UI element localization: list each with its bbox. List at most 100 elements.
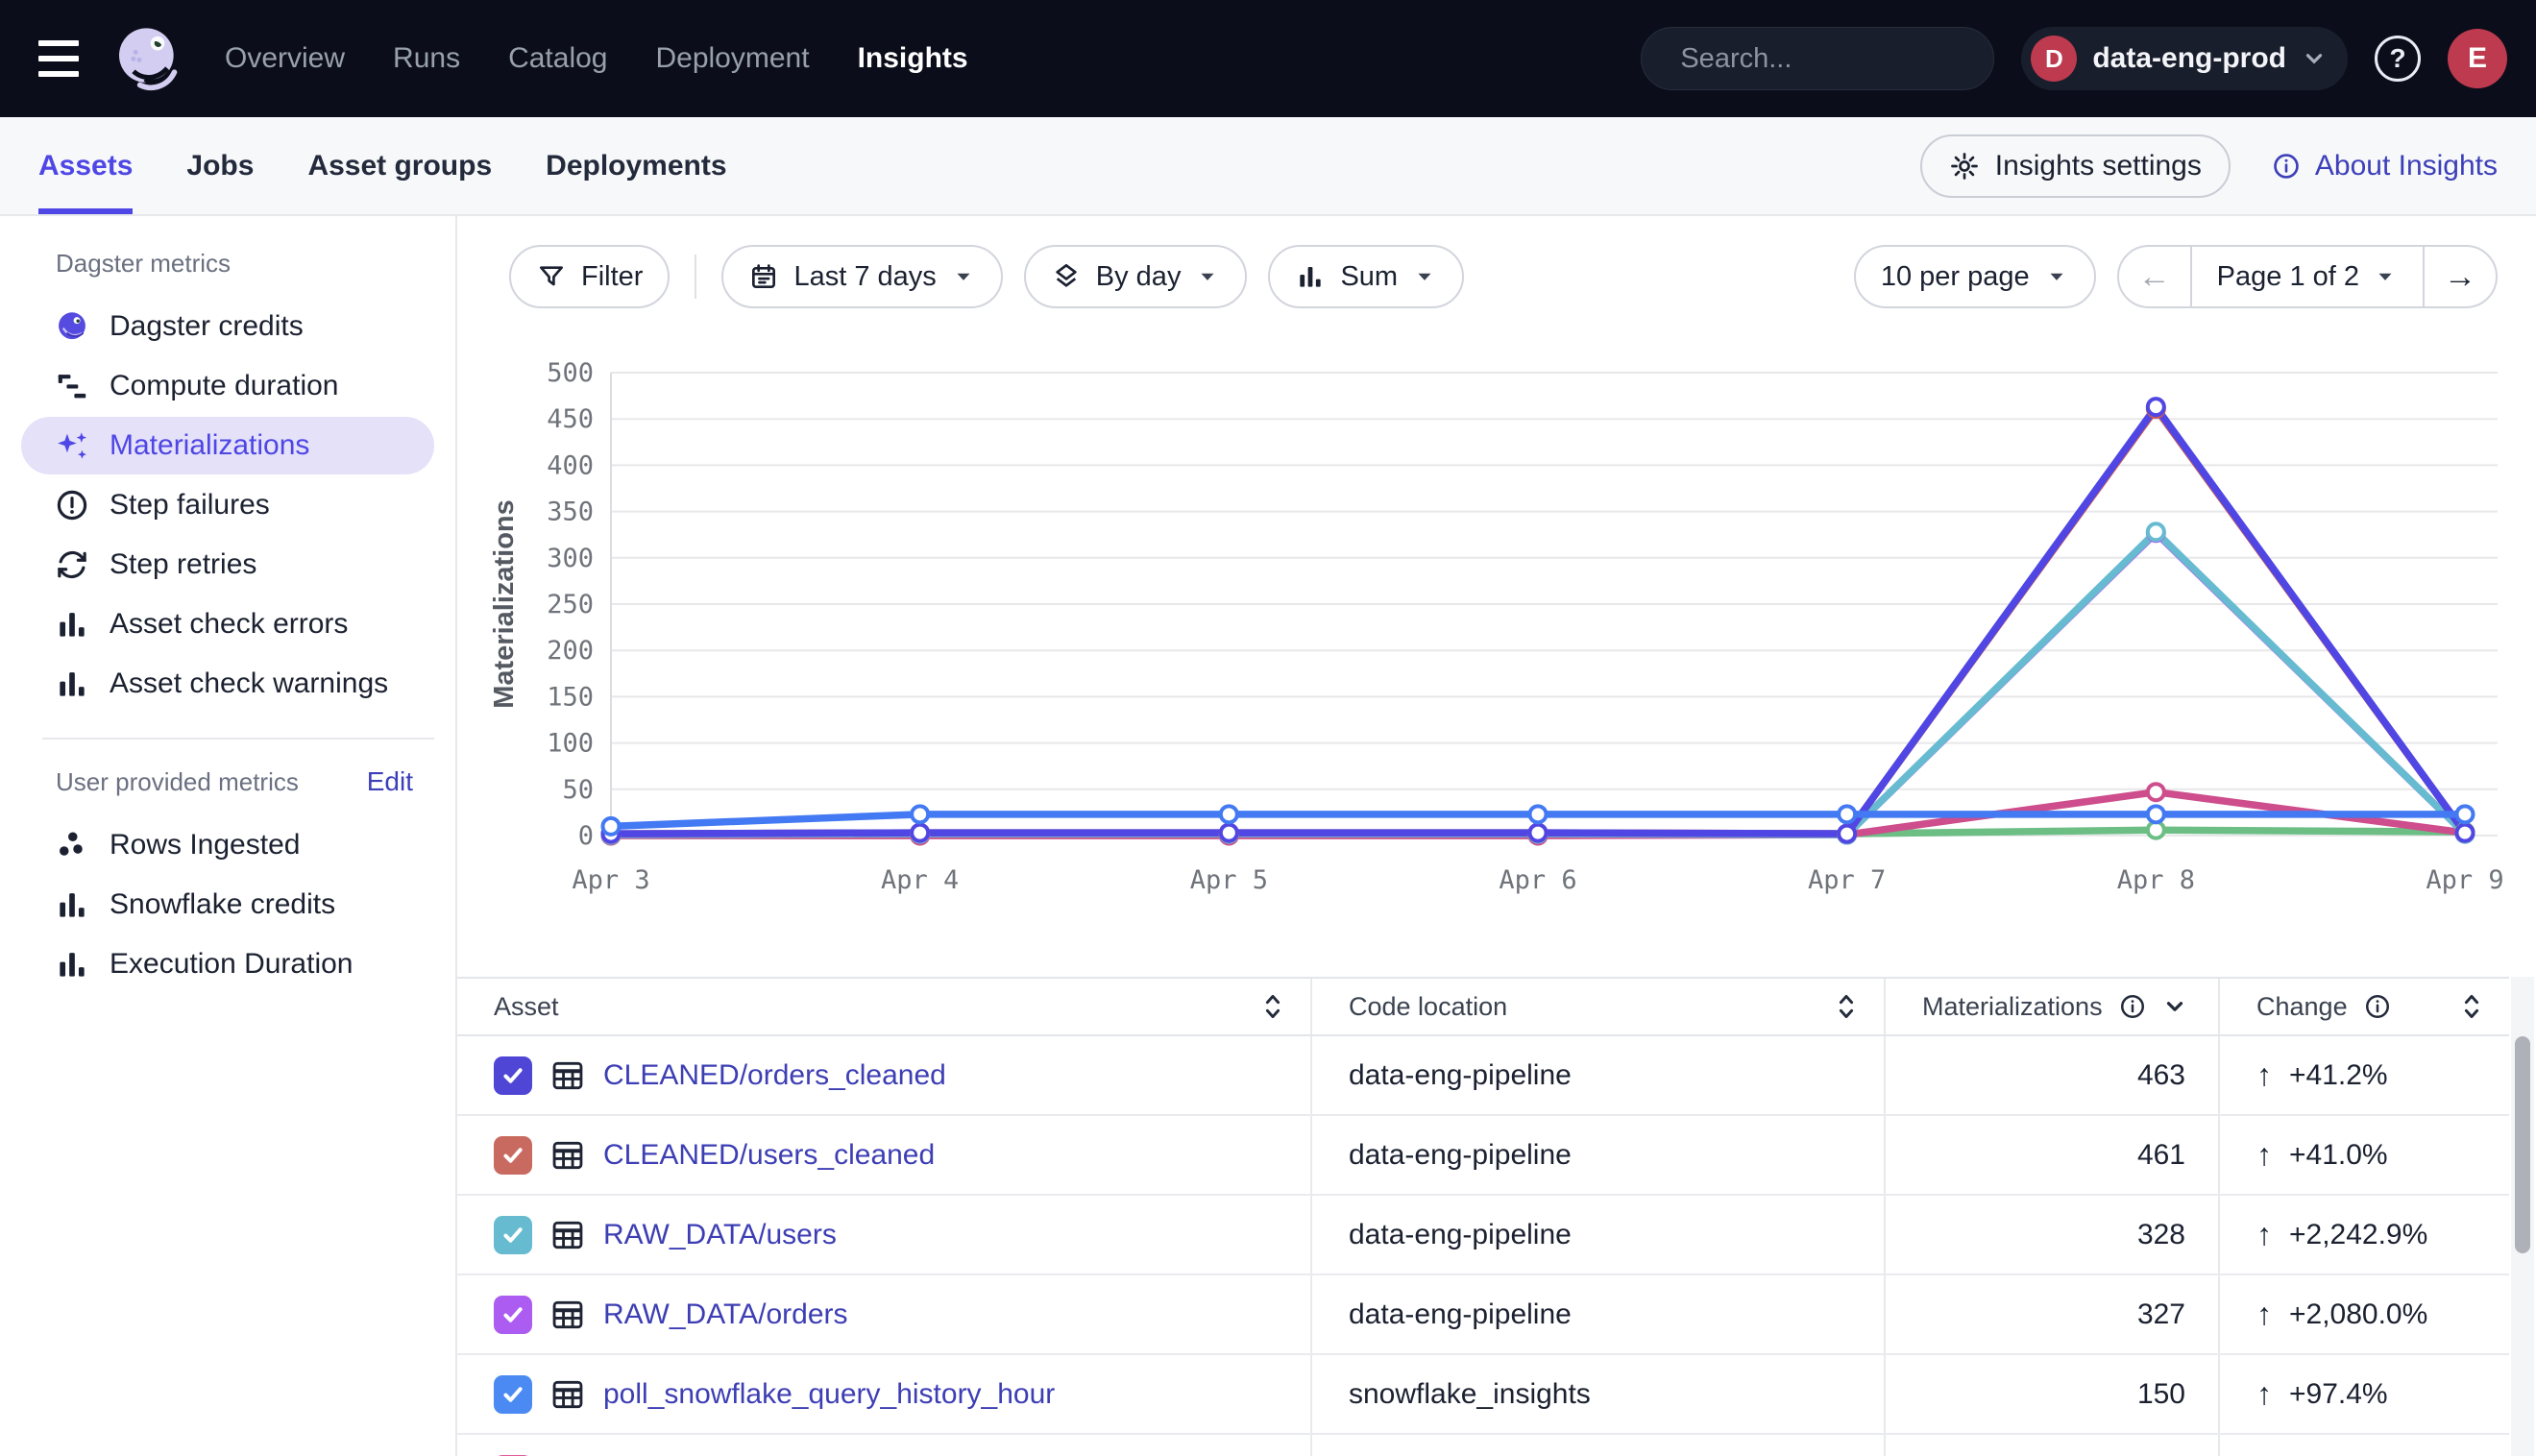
- svg-text:500: 500: [547, 358, 594, 388]
- asset-link[interactable]: RAW_DATA/orders: [603, 1298, 848, 1331]
- caret-down-icon: [951, 264, 976, 289]
- filter-button[interactable]: Filter: [509, 245, 670, 308]
- tab-assets[interactable]: Assets: [38, 117, 133, 214]
- search-input[interactable]: [1680, 43, 2042, 75]
- date-range-label: Last 7 days: [793, 261, 936, 293]
- sidebar-item-compute-duration[interactable]: Compute duration: [21, 357, 434, 415]
- sort-icon[interactable]: [1260, 990, 1285, 1023]
- code-location-cell: data-eng-pipeline: [1310, 1435, 1884, 1456]
- change-value: +2,242.9%: [2289, 1219, 2427, 1251]
- tab-deployments[interactable]: Deployments: [546, 117, 726, 214]
- page-label: Page 1 of 2: [2217, 261, 2359, 293]
- pagination: ← Page 1 of 2 →: [2117, 245, 2498, 308]
- granularity-dropdown[interactable]: By day: [1024, 245, 1248, 308]
- asset-link[interactable]: CLEANED/orders_cleaned: [603, 1059, 946, 1092]
- prev-page-button[interactable]: ←: [2119, 247, 2190, 306]
- materializations-cell: 463: [1884, 1036, 2218, 1114]
- asset-link[interactable]: RAW_DATA/users: [603, 1219, 837, 1251]
- svg-text:450: 450: [547, 404, 594, 434]
- per-page-dropdown[interactable]: 10 per page: [1854, 245, 2096, 308]
- asset-checkbox[interactable]: [494, 1375, 532, 1414]
- nav-link-deployment[interactable]: Deployment: [655, 42, 809, 75]
- bar-chart-icon: [54, 606, 90, 643]
- sidebar-item-label: Snowflake credits: [110, 888, 335, 921]
- top-nav: Overview Runs Catalog Deployment Insight…: [0, 0, 2536, 117]
- svg-text:50: 50: [562, 775, 594, 805]
- nav-link-runs[interactable]: Runs: [393, 42, 460, 75]
- funnel-icon: [536, 261, 567, 292]
- sort-icon[interactable]: [2459, 990, 2484, 1023]
- calendar-icon: [748, 261, 779, 292]
- nav-link-overview[interactable]: Overview: [225, 42, 345, 75]
- aggregation-label: Sum: [1340, 261, 1398, 293]
- deployment-switcher[interactable]: D data-eng-prod: [2021, 27, 2348, 90]
- metrics-sidebar: Dagster metrics Dagster credits Compute …: [0, 216, 457, 1456]
- insights-main: Filter Last 7 days By day Sum: [457, 216, 2536, 1456]
- sidebar-item-label: Asset check warnings: [110, 667, 388, 700]
- asset-link[interactable]: poll_snowflake_query_history_hour: [603, 1378, 1055, 1411]
- dagster-logo-icon[interactable]: [110, 20, 186, 97]
- sidebar-item-step-failures[interactable]: Step failures: [21, 476, 434, 534]
- next-page-button[interactable]: →: [2425, 247, 2496, 306]
- dagster-metrics-section-label: Dagster metrics: [0, 249, 455, 296]
- table-asset-icon: [549, 1297, 586, 1333]
- sidebar-item-snowflake-credits[interactable]: Snowflake credits: [21, 876, 434, 934]
- avatar[interactable]: E: [2448, 29, 2507, 88]
- change-value: +2,080.0%: [2289, 1298, 2427, 1331]
- scrollbar-thumb[interactable]: [2515, 1036, 2530, 1253]
- sidebar-item-asset-check-warnings[interactable]: Asset check warnings: [21, 655, 434, 713]
- hamburger-menu-icon[interactable]: [38, 36, 88, 81]
- help-icon[interactable]: ?: [2375, 36, 2421, 82]
- asset-checkbox[interactable]: [494, 1216, 532, 1254]
- asset-checkbox[interactable]: [494, 1136, 532, 1175]
- table-asset-icon: [549, 1376, 586, 1413]
- asset-checkbox[interactable]: [494, 1056, 532, 1095]
- sidebar-item-rows-ingested[interactable]: Rows Ingested: [21, 816, 434, 874]
- column-header-materializations[interactable]: Materializations: [1884, 979, 2218, 1034]
- layers-icon: [1051, 261, 1082, 292]
- assets-table: Asset Code location Materializations: [457, 977, 2509, 1456]
- insights-settings-button[interactable]: Insights settings: [1920, 134, 2231, 198]
- sidebar-item-execution-duration[interactable]: Execution Duration: [21, 935, 434, 993]
- bar-chart-icon: [54, 946, 90, 983]
- change-cell: ↑+2,250.0%: [2218, 1435, 2509, 1456]
- column-label: Materializations: [1922, 992, 2103, 1022]
- sidebar-item-materializations[interactable]: Materializations: [21, 417, 434, 474]
- column-header-code-location[interactable]: Code location: [1310, 979, 1884, 1034]
- about-insights-link[interactable]: About Insights: [2271, 150, 2498, 182]
- asset-link[interactable]: CLEANED/users_cleaned: [603, 1139, 935, 1172]
- date-range-dropdown[interactable]: Last 7 days: [721, 245, 1002, 308]
- change-value: +41.2%: [2289, 1059, 2388, 1092]
- svg-text:Apr 8: Apr 8: [2117, 865, 2195, 895]
- page-selector[interactable]: Page 1 of 2: [2190, 247, 2425, 306]
- sidebar-item-label: Execution Duration: [110, 948, 353, 981]
- info-icon[interactable]: [2118, 992, 2147, 1021]
- sort-desc-icon[interactable]: [2162, 994, 2187, 1019]
- column-header-asset[interactable]: Asset: [457, 979, 1310, 1034]
- svg-text:Materializations: Materializations: [489, 499, 520, 709]
- tab-jobs[interactable]: Jobs: [186, 117, 254, 214]
- info-icon[interactable]: [2363, 992, 2392, 1021]
- column-label: Asset: [494, 992, 559, 1022]
- sidebar-item-asset-check-errors[interactable]: Asset check errors: [21, 595, 434, 653]
- primary-nav: Overview Runs Catalog Deployment Insight…: [225, 42, 968, 75]
- global-search[interactable]: /: [1641, 27, 1994, 90]
- sidebar-item-label: Dagster credits: [110, 310, 304, 343]
- nav-link-catalog[interactable]: Catalog: [508, 42, 607, 75]
- right-arrow-icon: →: [2444, 258, 2476, 296]
- sidebar-item-dagster-credits[interactable]: Dagster credits: [21, 298, 434, 355]
- svg-text:Apr 6: Apr 6: [1499, 865, 1576, 895]
- edit-metrics-link[interactable]: Edit: [367, 766, 413, 797]
- sort-icon[interactable]: [1834, 990, 1859, 1023]
- up-arrow-icon: ↑: [2256, 1217, 2272, 1252]
- aggregation-dropdown[interactable]: Sum: [1268, 245, 1464, 308]
- table-asset-icon: [549, 1057, 586, 1094]
- nav-link-insights[interactable]: Insights: [858, 42, 968, 75]
- code-location-cell: data-eng-pipeline: [1310, 1116, 1884, 1194]
- check-icon: [500, 1381, 526, 1408]
- materializations-chart: 050100150200250300350400450500Apr 3Apr 4…: [457, 331, 2536, 912]
- sidebar-item-step-retries[interactable]: Step retries: [21, 536, 434, 594]
- tab-asset-groups[interactable]: Asset groups: [307, 117, 492, 214]
- asset-checkbox[interactable]: [494, 1296, 532, 1334]
- column-header-change[interactable]: Change: [2218, 979, 2509, 1034]
